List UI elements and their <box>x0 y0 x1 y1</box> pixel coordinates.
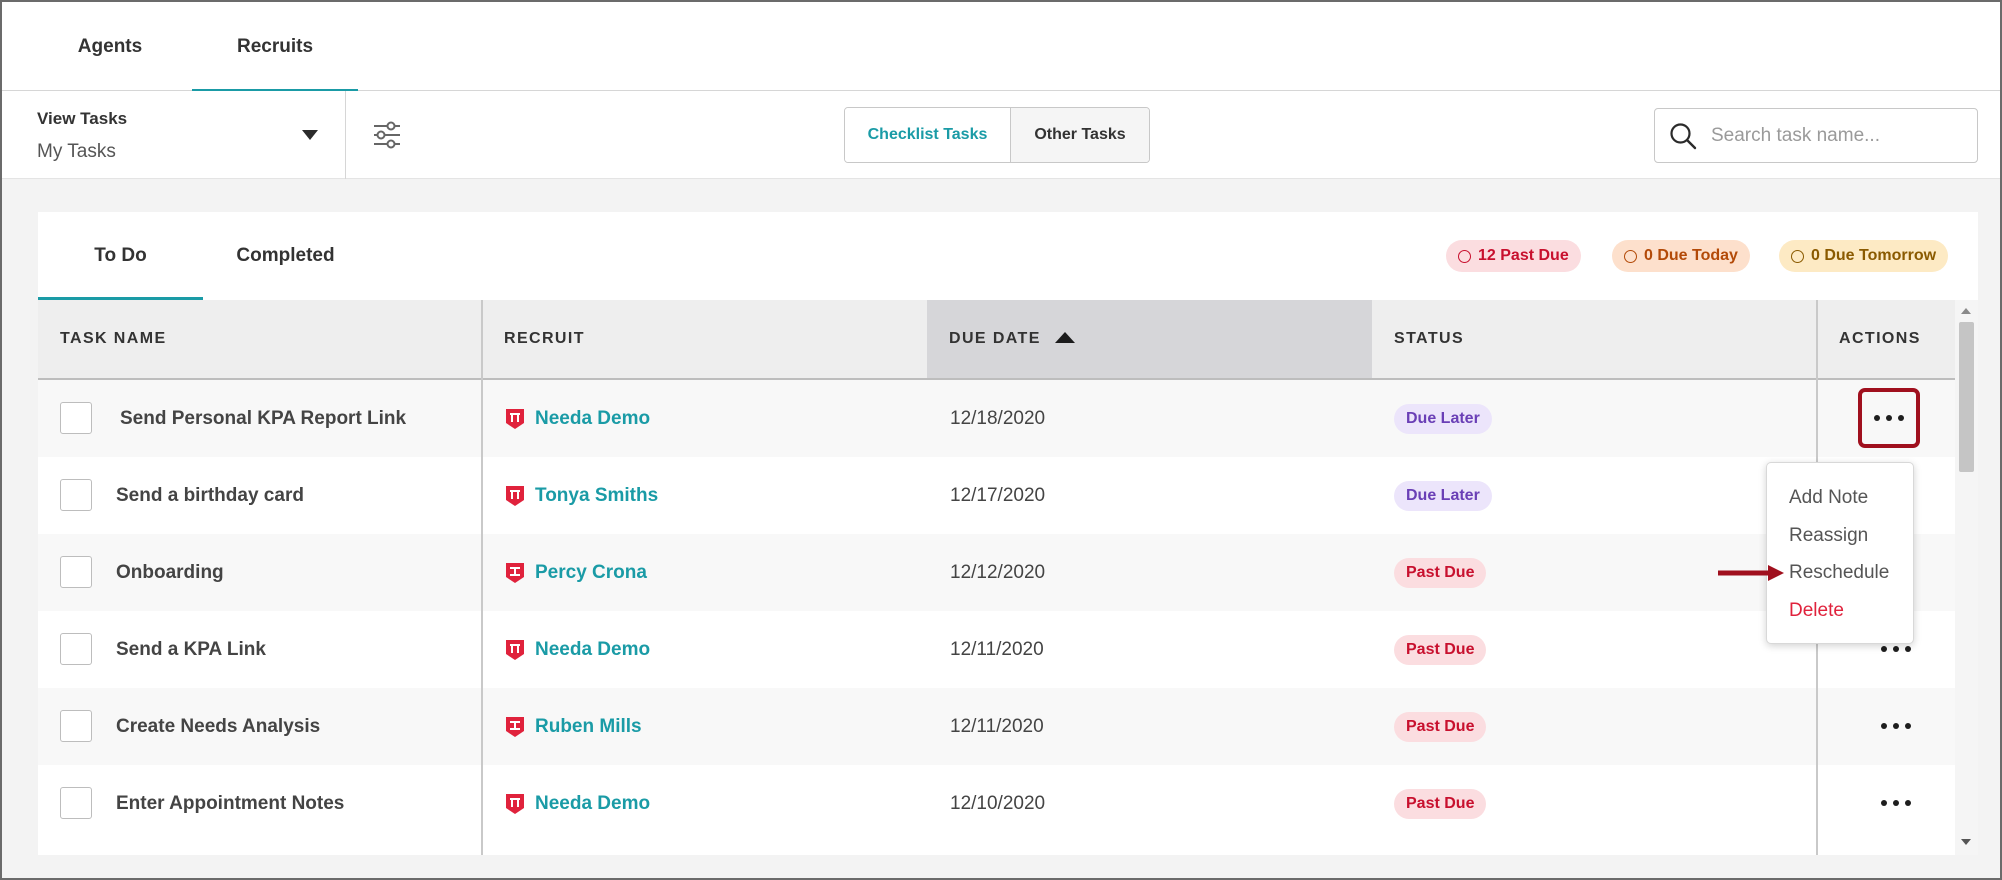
recruit-link[interactable]: Percy Crona <box>505 534 647 611</box>
recruit-name: Needa Demo <box>535 792 651 814</box>
column-recruit[interactable]: RECRUIT <box>482 300 927 378</box>
task-checkbox[interactable] <box>60 787 92 819</box>
table-scrollbar[interactable] <box>1955 300 1978 855</box>
recruit-name: Ruben Mills <box>535 715 642 737</box>
recruit-link[interactable]: Tonya Smiths <box>505 457 658 534</box>
column-divider <box>481 300 483 855</box>
annotation-arrow-icon <box>1718 565 1784 581</box>
row-actions-menu: Add Note Reassign Reschedule Delete <box>1766 462 1914 644</box>
recruit-shield-icon <box>506 639 524 660</box>
tasks-card: To Do Completed 12 Past Due 0 Due Today … <box>38 212 1978 855</box>
top-tab-bar: Agents Recruits <box>2 2 2000 92</box>
task-name: Send a KPA Link <box>116 638 266 660</box>
due-date: 12/11/2020 <box>950 638 1044 660</box>
table-row: Send a KPA Link Needa Demo 12/11/2020 Pa… <box>38 611 1955 688</box>
task-checkbox[interactable] <box>60 402 92 434</box>
due-date: 12/12/2020 <box>950 561 1046 583</box>
table-row: Send a birthday card Tonya Smiths 12/17/… <box>38 457 1955 534</box>
table-header: TASK NAME RECRUIT DUE DATE STATUS ACTION… <box>38 300 1955 380</box>
task-checkbox[interactable] <box>60 556 92 588</box>
scroll-down-arrow-icon[interactable] <box>1961 839 1971 845</box>
other-tasks-button[interactable]: Other Tasks <box>1011 108 1149 162</box>
search-icon <box>1670 123 1697 150</box>
recruit-name: Needa Demo <box>535 407 651 429</box>
due-today-badge[interactable]: 0 Due Today <box>1612 240 1750 272</box>
scrollbar-thumb[interactable] <box>1959 322 1974 472</box>
menu-item-add-note[interactable]: Add Note <box>1789 487 1868 509</box>
search-box <box>1654 108 1978 163</box>
task-name: Send Personal KPA Report Link <box>120 407 407 429</box>
task-name: Send a birthday card <box>116 484 304 506</box>
task-type-toggle: Checklist Tasks Other Tasks <box>844 107 1150 163</box>
status-badge: Past Due <box>1394 635 1487 665</box>
task-name: Create Needs Analysis <box>116 715 321 737</box>
table-row: Send Personal KPA Report Link Needa Demo… <box>38 380 1955 457</box>
menu-item-reassign[interactable]: Reassign <box>1789 525 1868 547</box>
due-tomorrow-count: 0 Due Tomorrow <box>1811 247 1937 264</box>
recruit-shield-icon <box>506 485 524 506</box>
recruit-name: Tonya Smiths <box>535 484 659 506</box>
column-due-date[interactable]: DUE DATE <box>927 300 1372 378</box>
row-actions-button[interactable] <box>1873 708 1919 744</box>
checklist-tasks-button[interactable]: Checklist Tasks <box>845 108 1011 162</box>
due-date: 12/11/2020 <box>950 715 1044 737</box>
recruit-link[interactable]: Ruben Mills <box>505 688 642 765</box>
recruit-link[interactable]: Needa Demo <box>505 611 650 688</box>
due-date: 12/17/2020 <box>950 484 1046 506</box>
task-checkbox[interactable] <box>60 633 92 665</box>
row-actions-button[interactable] <box>1858 388 1920 448</box>
status-badge: Past Due <box>1394 712 1487 742</box>
task-name: Enter Appointment Notes <box>116 792 345 814</box>
recruit-shield-icon <box>506 562 524 583</box>
status-badge: Due Later <box>1394 481 1492 511</box>
tab-to-do[interactable]: To Do <box>38 212 203 300</box>
row-actions-button[interactable] <box>1873 785 1919 821</box>
menu-item-reschedule[interactable]: Reschedule <box>1789 562 1889 584</box>
status-badge: Past Due <box>1394 789 1487 819</box>
recruit-shield-icon <box>506 716 524 737</box>
filter-sliders-icon[interactable] <box>372 121 402 149</box>
task-toolbar: View Tasks My Tasks Checklist Tasks Othe… <box>2 91 2000 179</box>
column-status[interactable]: STATUS <box>1372 300 1817 378</box>
task-name: Onboarding <box>116 561 224 583</box>
circle-icon <box>1791 249 1804 263</box>
recruit-link[interactable]: Needa Demo <box>505 765 650 842</box>
status-badge: Past Due <box>1394 558 1487 588</box>
past-due-count: 12 Past Due <box>1478 247 1569 264</box>
recruit-name: Percy Crona <box>535 561 647 583</box>
chevron-down-icon <box>302 130 318 140</box>
recruit-shield-icon <box>506 408 524 429</box>
task-checkbox[interactable] <box>60 479 92 511</box>
circle-icon <box>1624 249 1637 263</box>
recruit-shield-icon <box>506 793 524 814</box>
column-actions: ACTIONS <box>1839 330 1921 347</box>
view-tasks-label: View Tasks <box>37 109 128 128</box>
tab-recruits[interactable]: Recruits <box>192 2 358 92</box>
tab-agents[interactable]: Agents <box>52 2 168 91</box>
task-checkbox[interactable] <box>60 710 92 742</box>
menu-item-delete[interactable]: Delete <box>1789 600 1844 622</box>
table-row: Create Needs Analysis Ruben Mills 12/11/… <box>38 688 1955 765</box>
recruit-link[interactable]: Needa Demo <box>505 380 650 457</box>
table-row: Onboarding Percy Crona 12/12/2020 Past D… <box>38 534 1955 611</box>
view-tasks-value: My Tasks <box>37 141 116 162</box>
app-window: Agents Recruits View Tasks My Tasks Chec… <box>0 0 2002 880</box>
status-badge: Due Later <box>1394 404 1492 434</box>
past-due-badge[interactable]: 12 Past Due <box>1446 240 1581 272</box>
table-row: Enter Appointment Notes Needa Demo 12/10… <box>38 765 1955 842</box>
due-date: 12/18/2020 <box>950 407 1046 429</box>
sort-ascending-icon <box>1054 332 1075 343</box>
column-task-name[interactable]: TASK NAME <box>38 300 482 378</box>
due-date: 12/10/2020 <box>950 792 1046 814</box>
view-tasks-dropdown[interactable]: View Tasks My Tasks <box>2 91 346 179</box>
scroll-up-arrow-icon[interactable] <box>1961 308 1971 314</box>
search-input[interactable] <box>1711 109 1967 162</box>
tab-completed[interactable]: Completed <box>203 212 368 300</box>
sub-tab-bar: To Do Completed 12 Past Due 0 Due Today … <box>38 212 1978 300</box>
recruit-name: Needa Demo <box>535 638 651 660</box>
due-today-count: 0 Due Today <box>1644 247 1738 264</box>
column-due-date-label: DUE DATE <box>949 330 1041 347</box>
due-tomorrow-badge[interactable]: 0 Due Tomorrow <box>1779 240 1949 272</box>
circle-icon <box>1458 249 1471 263</box>
